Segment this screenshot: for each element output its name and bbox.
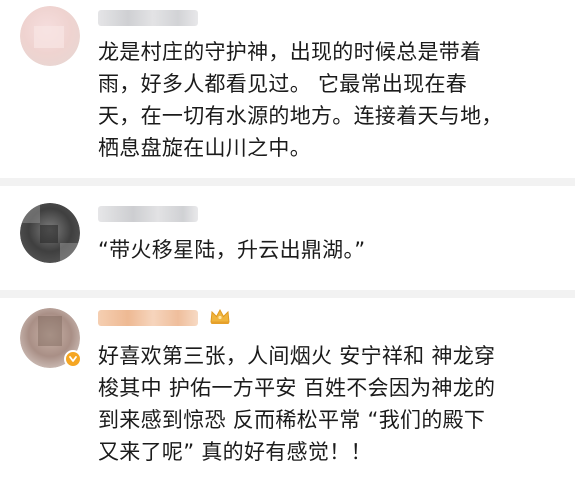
blurred-avatar-icon [20, 6, 80, 66]
divider [0, 290, 575, 298]
verified-icon [64, 350, 82, 368]
comment-item: “带火移星陆，升云出鼎湖。” [0, 186, 575, 290]
divider [0, 178, 575, 186]
crown-icon [210, 308, 230, 324]
comment-text: 好喜欢第三张，人间烟火 安宁祥和 神龙穿 梭其中 护佑一方平安 百姓不会因为神龙… [98, 344, 496, 464]
comment-text: “带火移星陆，升云出鼎湖。” [98, 238, 366, 262]
username[interactable] [98, 10, 198, 26]
username[interactable] [98, 310, 198, 326]
blurred-avatar-icon [20, 203, 80, 263]
avatar[interactable] [20, 203, 80, 263]
comment-item: 好喜欢第三张，人间烟火 安宁祥和 神龙穿 梭其中 护佑一方平安 百姓不会因为神龙… [0, 298, 575, 494]
comment-item: 龙是村庄的守护神，出现的时候总是带着 雨，好多人都看见过。 它最常出现在春 天，… [0, 0, 575, 178]
username[interactable] [98, 206, 198, 222]
comment-text: 龙是村庄的守护神，出现的时候总是带着 雨，好多人都看见过。 它最常出现在春 天，… [98, 40, 503, 160]
avatar[interactable] [20, 6, 80, 66]
